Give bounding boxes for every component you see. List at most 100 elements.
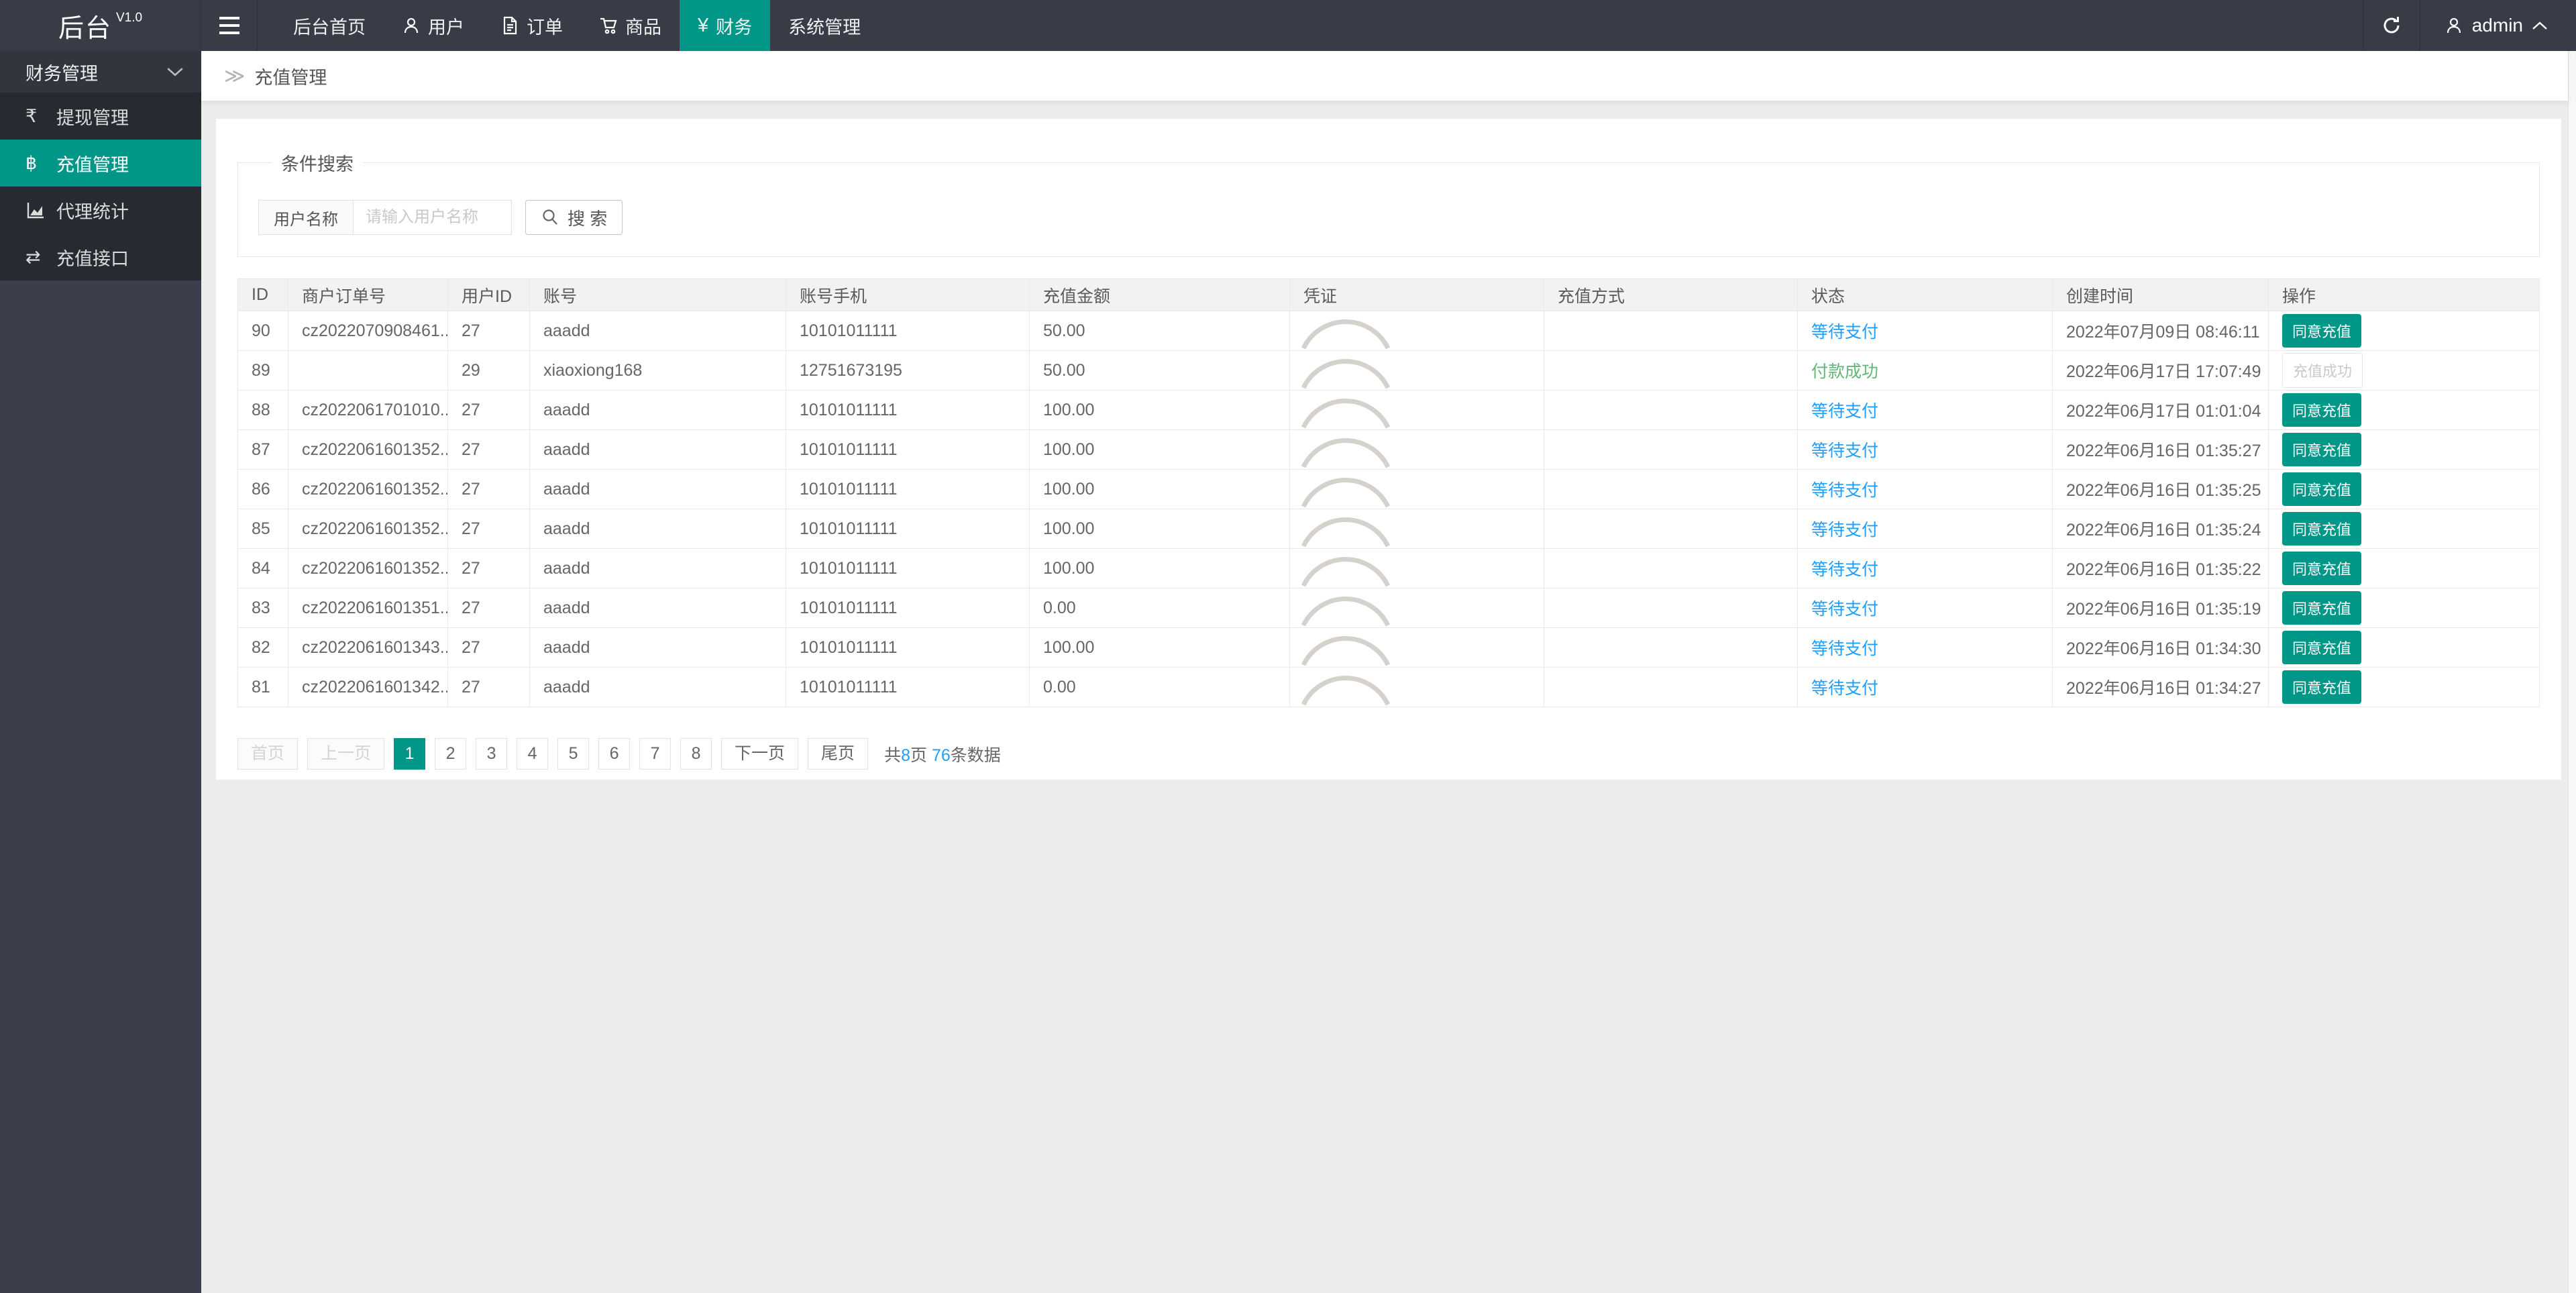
cell-voucher bbox=[1289, 548, 1544, 588]
voucher-image-placeholder[interactable] bbox=[1297, 312, 1397, 350]
cell-amount: 100.00 bbox=[1029, 390, 1290, 430]
refresh-button[interactable] bbox=[2362, 0, 2420, 51]
page-button-2[interactable]: 2 bbox=[435, 738, 467, 770]
cell-voucher bbox=[1289, 429, 1544, 470]
sidebar-item-withdraw[interactable]: ₹ 提现管理 bbox=[0, 93, 201, 140]
cell-created: 2022年07月09日 08:46:11 bbox=[2052, 311, 2269, 351]
approve-recharge-button[interactable]: 同意充值 bbox=[2282, 433, 2362, 466]
sidebar-item-agent-stats[interactable]: 代理统计 bbox=[0, 187, 201, 234]
cell-amount: 100.00 bbox=[1029, 429, 1290, 470]
cell-method bbox=[1544, 390, 1798, 430]
search-fieldset: 条件搜索 用户名称 搜 索 bbox=[237, 150, 2540, 257]
table-header-row: ID 商户订单号 用户ID 账号 账号手机 充值金额 凭证 充值方式 状态 创建时间 操作 bbox=[237, 278, 2540, 311]
cell-status: 等待支付 bbox=[1797, 429, 2053, 470]
search-legend: 条件搜索 bbox=[281, 154, 354, 174]
table-row: 81 cz2022061601342... 27 aaadd 101010111… bbox=[237, 667, 2540, 707]
table-row: 90 cz2022070908461... 27 aaadd 101010111… bbox=[237, 311, 2540, 351]
cell-created: 2022年06月16日 01:34:27 bbox=[2052, 667, 2269, 707]
cell-order-no: cz2022061601342... bbox=[288, 667, 448, 707]
app-logo: 后台 V1.0 bbox=[0, 0, 201, 51]
cell-account: aaadd bbox=[529, 390, 786, 430]
nav-item-system[interactable]: 系统管理 bbox=[770, 0, 879, 51]
page-button-4[interactable]: 4 bbox=[517, 738, 549, 770]
cell-user-id: 27 bbox=[447, 311, 530, 351]
cell-user-id: 27 bbox=[447, 429, 530, 470]
cell-method bbox=[1544, 311, 1798, 351]
approve-recharge-button: 充值成功 bbox=[2282, 353, 2363, 388]
cell-phone: 12751673195 bbox=[786, 350, 1030, 391]
page-button-7[interactable]: 7 bbox=[639, 738, 672, 770]
page-button-6[interactable]: 6 bbox=[598, 738, 631, 770]
table-row: 88 cz2022061701010... 27 aaadd 101010111… bbox=[237, 390, 2540, 430]
approve-recharge-button[interactable]: 同意充值 bbox=[2282, 512, 2362, 546]
cell-phone: 10101011111 bbox=[786, 311, 1030, 351]
approve-recharge-button[interactable]: 同意充值 bbox=[2282, 631, 2362, 664]
column-header: 凭证 bbox=[1289, 278, 1544, 311]
cell-id: 86 bbox=[237, 469, 288, 509]
page-button-3[interactable]: 3 bbox=[476, 738, 508, 770]
page-button-5[interactable]: 5 bbox=[557, 738, 590, 770]
column-header: 状态 bbox=[1797, 278, 2053, 311]
menu-toggle-icon[interactable] bbox=[201, 0, 258, 51]
cell-voucher bbox=[1289, 390, 1544, 430]
top-nav: 后台首页 用户 订单 商品 ¥ 财务 系统管理 bbox=[275, 0, 879, 51]
cell-voucher bbox=[1289, 469, 1544, 509]
cell-phone: 10101011111 bbox=[786, 390, 1030, 430]
cell-phone: 10101011111 bbox=[786, 667, 1030, 707]
main-area: ≫ 充值管理 条件搜索 用户名称 搜 索 bbox=[201, 51, 2568, 1293]
voucher-image-placeholder[interactable] bbox=[1297, 629, 1397, 667]
approve-recharge-button[interactable]: 同意充值 bbox=[2282, 472, 2362, 506]
nav-item-orders[interactable]: 订单 bbox=[482, 0, 581, 51]
cell-action: 同意充值 bbox=[2268, 311, 2540, 351]
cell-phone: 10101011111 bbox=[786, 469, 1030, 509]
cart-icon bbox=[600, 17, 617, 34]
search-button[interactable]: 搜 索 bbox=[525, 200, 623, 235]
cell-id: 87 bbox=[237, 429, 288, 470]
sidebar-item-recharge[interactable]: ฿ 充值管理 bbox=[0, 140, 201, 187]
sidebar-item-recharge-api[interactable]: ⇄ 充值接口 bbox=[0, 234, 201, 280]
cell-action: 同意充值 bbox=[2268, 667, 2540, 707]
sidebar-item-label: 代理统计 bbox=[56, 201, 129, 222]
cell-account: aaadd bbox=[529, 429, 786, 470]
nav-item-users[interactable]: 用户 bbox=[384, 0, 482, 51]
cell-order-no: cz2022061601352... bbox=[288, 509, 448, 549]
app-title: 后台 bbox=[58, 14, 112, 43]
cell-method bbox=[1544, 429, 1798, 470]
table-row: 82 cz2022061601343... 27 aaadd 101010111… bbox=[237, 627, 2540, 668]
voucher-image-placeholder[interactable] bbox=[1297, 550, 1397, 588]
approve-recharge-button[interactable]: 同意充值 bbox=[2282, 591, 2362, 625]
cell-created: 2022年06月16日 01:35:22 bbox=[2052, 548, 2269, 588]
nav-item-home[interactable]: 后台首页 bbox=[275, 0, 384, 51]
sidebar-group-finance[interactable]: 财务管理 bbox=[0, 51, 201, 93]
approve-recharge-button[interactable]: 同意充值 bbox=[2282, 314, 2362, 348]
nav-item-goods[interactable]: 商品 bbox=[581, 0, 680, 51]
nav-item-finance[interactable]: ¥ 财务 bbox=[680, 0, 771, 51]
top-header: 后台 V1.0 后台首页 用户 订单 商品 ¥ 财务 系统管理 admin bbox=[0, 0, 2576, 51]
voucher-image-placeholder[interactable] bbox=[1297, 352, 1397, 390]
voucher-image-placeholder[interactable] bbox=[1297, 431, 1397, 469]
cell-method bbox=[1544, 627, 1798, 668]
cell-action: 同意充值 bbox=[2268, 588, 2540, 628]
approve-recharge-button[interactable]: 同意充值 bbox=[2282, 393, 2362, 427]
username-input[interactable] bbox=[354, 200, 512, 235]
approve-recharge-button[interactable]: 同意充值 bbox=[2282, 552, 2362, 585]
chevron-up-icon bbox=[2532, 21, 2547, 30]
nav-label: 后台首页 bbox=[293, 17, 366, 38]
column-header: 商户订单号 bbox=[288, 278, 448, 311]
approve-recharge-button[interactable]: 同意充值 bbox=[2282, 670, 2362, 704]
voucher-image-placeholder[interactable] bbox=[1297, 668, 1397, 707]
user-menu[interactable]: admin bbox=[2420, 0, 2576, 51]
voucher-image-placeholder[interactable] bbox=[1297, 391, 1397, 429]
page-button-1[interactable]: 1 bbox=[394, 738, 426, 770]
rupee-icon: ₹ bbox=[25, 105, 38, 126]
vertical-scrollbar[interactable] bbox=[2568, 51, 2576, 1293]
voucher-image-placeholder[interactable] bbox=[1297, 510, 1397, 548]
cell-user-id: 27 bbox=[447, 509, 530, 549]
voucher-image-placeholder[interactable] bbox=[1297, 589, 1397, 627]
page-button-8[interactable]: 8 bbox=[680, 738, 712, 770]
app-version: V1.0 bbox=[115, 11, 143, 25]
voucher-image-placeholder[interactable] bbox=[1297, 470, 1397, 509]
cell-user-id: 27 bbox=[447, 667, 530, 707]
page-last-button[interactable]: 尾页 bbox=[808, 738, 869, 770]
page-next-button[interactable]: 下一页 bbox=[721, 738, 799, 770]
